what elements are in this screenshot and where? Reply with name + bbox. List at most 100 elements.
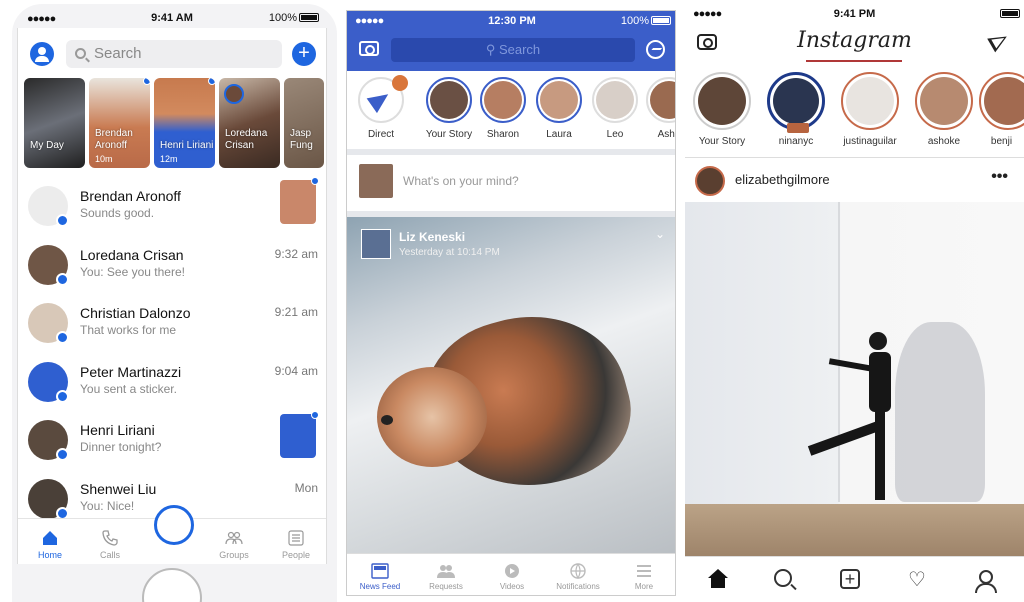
story-benji[interactable]: benji	[979, 72, 1024, 147]
story-ring	[358, 75, 408, 123]
story-label: Your Story	[425, 129, 473, 140]
post-author-avatar[interactable]	[361, 229, 391, 259]
story-avatar	[484, 81, 522, 119]
tab-home[interactable]: Home	[20, 529, 80, 560]
message-preview: That works for me	[80, 323, 177, 337]
post-photo[interactable]	[367, 287, 667, 527]
messenger-icon[interactable]	[646, 40, 665, 59]
tab-calls[interactable]: Calls	[80, 529, 140, 560]
tab-label: People	[281, 550, 311, 560]
conversation-row[interactable]: Christian Dalonzo That works for me 9:21…	[18, 295, 326, 354]
story-ring	[536, 77, 582, 123]
conversation-row[interactable]: Henri Liriani Dinner tonight?	[18, 411, 326, 471]
stories-row: My Day Brendan Aronoff 10m Henri Liriani…	[24, 78, 326, 170]
post-timestamp: Yesterday at 10:14 PM	[399, 247, 500, 258]
heart-icon[interactable]: ♡	[906, 569, 928, 591]
messenger-badge-icon	[56, 448, 69, 461]
post-photo[interactable]	[685, 202, 1024, 556]
story-card-henri[interactable]: Henri Liriani 12m	[154, 78, 215, 168]
phone-icon	[102, 530, 118, 546]
conversation-row[interactable]: Peter Martinazzi You sent a sticker. 9:0…	[18, 354, 326, 413]
more-options-icon[interactable]: •••	[991, 168, 1008, 186]
tab-more[interactable]: More	[611, 563, 675, 591]
camera-icon[interactable]	[359, 41, 379, 56]
messenger-header: Search +	[18, 36, 326, 72]
story-avatar	[698, 77, 746, 125]
unread-dot	[311, 411, 319, 419]
tab-label: Home	[37, 550, 62, 560]
messenger-badge-icon	[56, 214, 69, 227]
add-post-icon[interactable]: +	[840, 569, 860, 589]
contact-name: Loredana Crisan	[80, 246, 184, 263]
tab-videos[interactable]: Videos	[479, 563, 545, 591]
live-badge	[787, 123, 809, 133]
story-direct[interactable]: Direct	[353, 75, 409, 140]
person-torso-shape	[869, 352, 891, 412]
story-your-story[interactable]: Your Story	[687, 72, 757, 147]
conversation-row[interactable]: Brendan Aronoff Sounds good.	[18, 177, 326, 237]
story-card-jasp[interactable]: Jasp Fung	[284, 78, 324, 168]
tab-people[interactable]: People	[266, 529, 326, 560]
story-ninanyc[interactable]: ninanyc	[761, 72, 831, 147]
battery-icon	[651, 16, 671, 25]
battery-indicator	[998, 8, 1020, 20]
post-author-name[interactable]: Liz Keneski	[399, 230, 465, 244]
post-username[interactable]: elizabethgilmore	[735, 172, 830, 187]
story-label: benji	[990, 136, 1013, 147]
story-ring	[592, 77, 638, 123]
story-ring	[480, 77, 526, 123]
battery-icon	[299, 13, 319, 22]
story-your-story[interactable]: Your Story	[421, 77, 477, 140]
tab-notifications[interactable]: Notifications	[545, 563, 611, 591]
stories-row: Direct Your Story Sharon Laura Leo Ashe	[347, 71, 675, 155]
story-ashe[interactable]: Ashe	[641, 77, 675, 140]
media-thumbnail[interactable]	[280, 177, 319, 224]
message-preview: Dinner tonight?	[80, 440, 162, 454]
status-composer[interactable]: What's on your mind?	[347, 155, 675, 217]
story-sharon[interactable]: Sharon	[475, 77, 531, 140]
messenger-badge-icon	[56, 389, 69, 403]
story-card-loredana[interactable]: Loredana Crisan	[219, 78, 280, 168]
new-message-button[interactable]: +	[292, 42, 316, 66]
story-label: Laura	[546, 129, 572, 140]
search-input[interactable]: ⚲ Search	[391, 38, 635, 62]
tab-label: Videos	[499, 582, 525, 591]
story-laura[interactable]: Laura	[531, 77, 587, 140]
home-icon[interactable]	[707, 569, 729, 591]
battery-indicator: 100%	[621, 15, 671, 27]
story-ashoke[interactable]: ashoke	[909, 72, 979, 147]
avatar	[359, 164, 393, 198]
tab-groups[interactable]: Groups	[204, 529, 264, 560]
search-input[interactable]: Search	[66, 40, 282, 68]
chevron-down-icon[interactable]: ⌄	[655, 227, 665, 241]
dog-head-shape	[377, 367, 487, 467]
tab-news-feed[interactable]: News Feed	[347, 563, 413, 591]
floor-shape	[685, 504, 1024, 556]
notification-badge	[392, 75, 408, 91]
camera-capture-button[interactable]	[154, 505, 194, 545]
search-icon[interactable]	[774, 569, 792, 587]
conversation-row[interactable]: Loredana Crisan You: See you there! 9:32…	[18, 237, 326, 296]
contact-name: Brendan Aronoff	[80, 188, 181, 204]
message-time: 9:21 am	[274, 305, 318, 319]
story-justinaguilar[interactable]: justinaguilar	[835, 72, 905, 147]
tab-requests[interactable]: Requests	[413, 563, 479, 591]
profile-icon[interactable]	[30, 42, 54, 66]
profile-icon[interactable]	[973, 569, 997, 593]
story-leo[interactable]: Leo	[587, 77, 643, 140]
conversation-list: Brendan Aronoff Sounds good. Loredana Cr…	[18, 177, 326, 529]
tab-label: More	[634, 582, 654, 591]
story-name: Jasp Fung	[290, 128, 313, 151]
story-card-brendan[interactable]: Brendan Aronoff 10m	[89, 78, 150, 168]
post-header: elizabethgilmore •••	[685, 160, 1024, 200]
story-avatar	[540, 81, 578, 119]
globe-icon	[570, 563, 586, 579]
story-age: 10m	[95, 154, 113, 164]
stories-row: Your Story ninanyc justinaguilar ashoke …	[685, 70, 1024, 158]
media-thumbnail[interactable]	[280, 411, 319, 458]
tab-label: Requests	[429, 582, 463, 591]
story-avatar	[984, 77, 1024, 125]
contact-name: Christian Dalonzo	[80, 305, 191, 321]
post-author-avatar[interactable]	[695, 166, 725, 196]
story-card-my-day[interactable]: My Day	[24, 78, 85, 168]
